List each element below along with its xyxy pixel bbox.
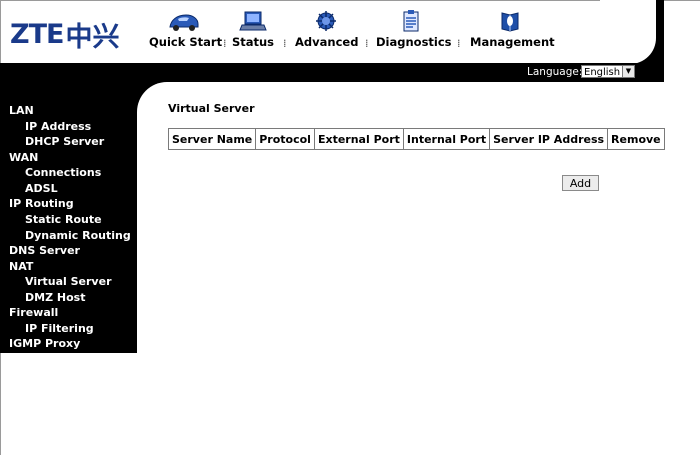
nav-diagnostics[interactable]: Diagnostics — [376, 10, 452, 52]
column-internal-port: Internal Port — [402, 128, 491, 150]
sidebar-item-virtual-server[interactable]: Virtual Server — [25, 275, 112, 288]
clipboard-icon — [403, 10, 419, 32]
nav-label: Management — [470, 35, 555, 49]
sidebar-item-ip-filtering[interactable]: IP Filtering — [25, 322, 94, 335]
laptop-icon — [239, 11, 267, 31]
sidebar-item-dns-server[interactable]: DNS Server — [9, 244, 80, 257]
column-server-name: Server Name — [167, 128, 257, 150]
header-corner — [600, 0, 664, 64]
sidebar-item-connections[interactable]: Connections — [25, 166, 101, 179]
nav-quick-start[interactable]: Quick Start — [149, 10, 223, 52]
logo-chinese: 中兴 — [65, 21, 120, 53]
sidebar-item-adsl[interactable]: ADSL — [25, 182, 58, 195]
sidebar-item-dhcp-server[interactable]: DHCP Server — [25, 135, 104, 148]
sidebar-item-firewall[interactable]: Firewall — [9, 306, 58, 319]
sidebar-item-dynamic-routing[interactable]: Dynamic Routing — [25, 229, 131, 242]
column-protocol: Protocol — [255, 128, 315, 150]
language-label: Language: — [527, 66, 583, 78]
window-top-border — [0, 0, 700, 1]
page-title: Virtual Server — [168, 102, 255, 115]
car-icon — [169, 14, 199, 31]
virtual-server-table: Server Name Protocol External Port Inter… — [167, 128, 665, 150]
sidebar-item-igmp-proxy[interactable]: IGMP Proxy — [9, 337, 80, 350]
nav-status[interactable]: Status — [231, 10, 275, 52]
sidebar-item-nat[interactable]: NAT — [9, 260, 33, 273]
nav-separator: ⁞ — [223, 37, 227, 50]
nav-separator: ⁞ — [457, 37, 461, 50]
nav-separator: ⁞ — [365, 37, 369, 50]
sidebar-item-lan[interactable]: LAN — [9, 104, 34, 117]
nav-label: Quick Start — [149, 35, 223, 49]
add-button[interactable]: Add — [562, 175, 599, 191]
chip-icon — [316, 11, 336, 31]
book-icon — [501, 12, 519, 32]
nav-separator: ⁞ — [283, 37, 287, 50]
sidebar-item-wan[interactable]: WAN — [9, 151, 38, 164]
column-remove: Remove — [607, 128, 665, 150]
sidebar-item-ip-routing[interactable]: IP Routing — [9, 197, 74, 210]
zte-logo: ZTE 中兴 — [10, 16, 120, 53]
nav-label: Advanced — [295, 35, 359, 49]
sidebar-item-dmz-host[interactable]: DMZ Host — [25, 291, 85, 304]
sidebar-item-static-route[interactable]: Static Route — [25, 213, 102, 226]
language-value: English — [584, 67, 621, 78]
sidebar-item-ip-address[interactable]: IP Address — [25, 120, 91, 133]
table-header-row: Server Name Protocol External Port Inter… — [167, 128, 665, 150]
language-select[interactable]: English ▼ — [581, 65, 635, 78]
column-server-ip-address: Server IP Address — [489, 128, 609, 150]
nav-label: Status — [231, 35, 275, 49]
chevron-down-icon[interactable]: ▼ — [622, 66, 634, 77]
nav-label: Diagnostics — [376, 35, 452, 49]
logo-latin: ZTE — [10, 18, 64, 50]
sidebar-corner — [137, 82, 171, 116]
column-external-port: External Port — [313, 128, 404, 150]
nav-advanced[interactable]: Advanced — [295, 10, 359, 52]
nav-management[interactable]: Management — [470, 10, 555, 52]
